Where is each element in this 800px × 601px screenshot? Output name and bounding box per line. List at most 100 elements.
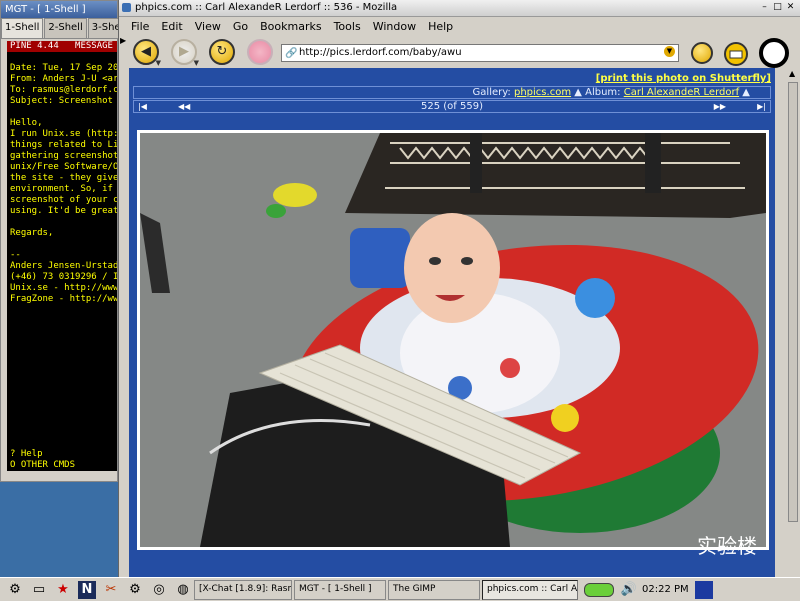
watermark-text: 实验楼 bbox=[697, 534, 757, 558]
page-icon: 🔗 bbox=[285, 48, 298, 59]
email-line: gathering screenshot bbox=[10, 151, 117, 161]
scissors-icon[interactable]: ✂ bbox=[102, 581, 120, 599]
battery-icon bbox=[584, 582, 614, 597]
navigation-toolbar: ◀ ▼ ▶ ▼ ↻ 🔗 http://pics.lerdorf.com/baby/a… bbox=[119, 35, 800, 69]
search-button[interactable] bbox=[691, 42, 713, 64]
email-line: Hello, bbox=[10, 118, 43, 128]
menu-edit[interactable]: Edit bbox=[161, 20, 182, 33]
task-mgt[interactable]: MGT - [ 1-Shell ] bbox=[294, 579, 386, 600]
star-icon[interactable]: ★ bbox=[54, 581, 72, 599]
clock: 02:22 PM bbox=[642, 584, 689, 595]
photo-pager: |◀ ◀◀ 525 (of 559) ▶▶ ▶| bbox=[133, 100, 771, 113]
email-line: Anders Jensen-Urstad bbox=[10, 261, 117, 271]
terminal-title: MGT - [ 1-Shell ] bbox=[1, 1, 117, 18]
printer-icon bbox=[724, 42, 748, 66]
forward-arrow-icon: ▶ bbox=[179, 44, 189, 59]
mouse-icon[interactable]: ◎ bbox=[150, 581, 168, 599]
tab-2-shell[interactable]: 2-Shell bbox=[44, 18, 87, 38]
close-icon[interactable]: ✕ bbox=[785, 2, 796, 13]
scrollbar-thumb[interactable] bbox=[788, 82, 798, 522]
last-photo-icon[interactable]: ▶| bbox=[757, 101, 766, 113]
email-line: environment. So, if bbox=[10, 184, 113, 194]
dropdown-icon: ▼ bbox=[155, 59, 161, 67]
email-line: Subject: Screenshot bbox=[10, 96, 113, 106]
pine-help: ? Help bbox=[10, 449, 43, 459]
email-line: I run Unix.se (http: bbox=[10, 129, 117, 139]
pine-other-cmds: O OTHER CMDS bbox=[10, 460, 76, 470]
email-line bbox=[7, 107, 117, 118]
browser-title: phpics.com :: Carl AlexandeR Lerdorf :: … bbox=[135, 2, 398, 13]
up-icon: ▲ bbox=[574, 87, 586, 98]
back-arrow-icon: ◀ bbox=[141, 44, 151, 59]
dropdown-icon: ▼ bbox=[193, 59, 199, 67]
stop-button[interactable] bbox=[247, 39, 273, 65]
email-line: the site - they give bbox=[10, 173, 117, 183]
throbber-icon bbox=[759, 38, 789, 68]
back-button[interactable]: ◀ ▼ bbox=[133, 39, 161, 67]
tab-1-shell[interactable]: 1-Shell bbox=[1, 18, 44, 38]
photo-frame[interactable] bbox=[137, 130, 769, 550]
email-line: To: rasmus@lerdorf.c bbox=[10, 85, 117, 95]
maximize-icon[interactable]: □ bbox=[772, 2, 783, 13]
sidebar-grip[interactable]: ▶ bbox=[119, 34, 129, 577]
menu-file[interactable]: File bbox=[131, 20, 149, 33]
terminal-screen[interactable]: PINE 4.44 MESSAGE Date: Tue, 17 Sep 20 Fr… bbox=[7, 41, 117, 471]
album-link[interactable]: Carl AlexandeR Lerdorf bbox=[624, 87, 739, 98]
print-button[interactable] bbox=[723, 41, 749, 67]
scroll-up-icon[interactable]: ▲ bbox=[789, 69, 795, 78]
email-line: (+46) 73 0319296 / I bbox=[10, 272, 117, 282]
reload-button[interactable]: ↻ bbox=[209, 39, 235, 65]
browser-window[interactable]: phpics.com :: Carl AlexandeR Lerdorf :: … bbox=[118, 0, 800, 577]
email-line: screenshot of your c bbox=[10, 195, 117, 205]
vertical-scrollbar[interactable]: ▲ bbox=[786, 68, 800, 577]
menu-window[interactable]: Window bbox=[373, 20, 416, 33]
taskbar: ⚙ ▭ ★ N ✂ ⚙ ◎ ◍ [X-Chat [1.8.9]: Rasmu M… bbox=[0, 577, 800, 601]
photo-counter: 525 (of 559) bbox=[421, 101, 483, 112]
browser-title-bar: phpics.com :: Carl AlexandeR Lerdorf :: … bbox=[119, 0, 800, 17]
settings-icon[interactable]: ⚙ bbox=[126, 581, 144, 599]
task-gimp[interactable]: The GIMP bbox=[388, 579, 480, 600]
speaker-icon[interactable]: 🔊 bbox=[620, 581, 638, 599]
gear-menu-icon[interactable]: ⚙ bbox=[6, 581, 24, 599]
menu-bookmarks[interactable]: Bookmarks bbox=[260, 20, 321, 33]
sidebar-arrow-icon: ▶ bbox=[120, 36, 127, 45]
url-dropdown-icon[interactable]: ▼ bbox=[664, 46, 675, 57]
terminal-window[interactable]: MGT - [ 1-Shell ] 1-Shell 2-Shell 3-Shel… bbox=[0, 0, 131, 482]
menu-tools[interactable]: Tools bbox=[334, 20, 361, 33]
up-icon: ▲ bbox=[742, 87, 750, 98]
task-xchat[interactable]: [X-Chat [1.8.9]: Rasmu bbox=[194, 579, 292, 600]
email-line bbox=[7, 52, 117, 63]
forward-button[interactable]: ▶ ▼ bbox=[171, 39, 199, 67]
email-line: -- bbox=[10, 250, 21, 260]
email-line: things related to Li bbox=[10, 140, 117, 150]
computer-icon[interactable]: ▭ bbox=[30, 581, 48, 599]
email-line: unix/Free Software/O bbox=[10, 162, 117, 172]
task-mozilla[interactable]: phpics.com :: Carl Alex bbox=[482, 579, 578, 600]
menu-go[interactable]: Go bbox=[233, 20, 248, 33]
email-line: Regards, bbox=[10, 228, 54, 238]
netscape-icon[interactable]: N bbox=[78, 580, 96, 599]
email-line: Unix.se - http://www bbox=[10, 283, 117, 293]
gnome-foot-icon[interactable]: ◍ bbox=[174, 581, 192, 599]
gallery-breadcrumb: Gallery: phpics.com ▲ Album: Carl Alexan… bbox=[133, 86, 771, 99]
reload-icon: ↻ bbox=[216, 44, 228, 59]
desktop-pager-icon[interactable] bbox=[694, 580, 713, 599]
email-line: From: Anders J-U <ar bbox=[10, 74, 117, 84]
shutterfly-link[interactable]: [print this photo on Shutterfly] bbox=[596, 73, 771, 84]
gallery-link[interactable]: phpics.com bbox=[514, 87, 571, 98]
email-line bbox=[7, 239, 117, 250]
email-line bbox=[7, 217, 117, 228]
baby-photo bbox=[140, 133, 766, 547]
minimize-icon[interactable]: – bbox=[759, 2, 770, 13]
email-body: Date: Tue, 17 Sep 20 From: Anders J-U <ar… bbox=[7, 52, 117, 305]
gallery-label: Gallery: bbox=[472, 87, 511, 98]
next-photo-icon[interactable]: ▶▶ bbox=[714, 101, 726, 113]
pine-footer: ? Help O OTHER CMDS bbox=[7, 449, 117, 471]
email-line: FragZone - http://ww bbox=[10, 294, 117, 304]
pine-header: PINE 4.44 MESSAGE bbox=[7, 41, 117, 52]
menu-help[interactable]: Help bbox=[428, 20, 453, 33]
menu-view[interactable]: View bbox=[195, 20, 221, 33]
email-line: using. It'd be great bbox=[10, 206, 117, 216]
terminal-tabs: 1-Shell 2-Shell 3-Shell bbox=[1, 18, 131, 39]
url-input[interactable]: 🔗 http://pics.lerdorf.com/baby/awu ▼ bbox=[281, 44, 679, 62]
